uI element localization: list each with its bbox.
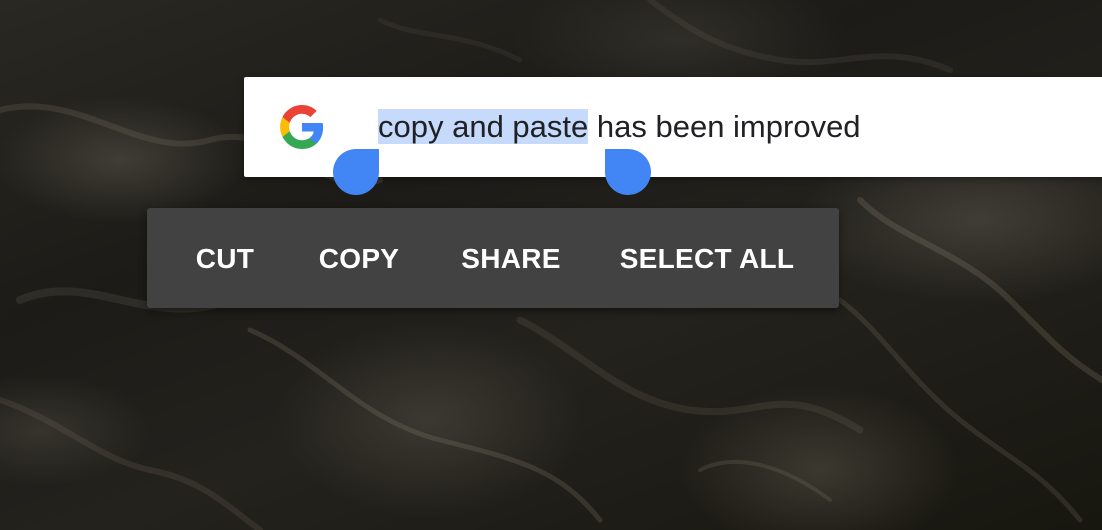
select-all-menu-item[interactable]: SELECT ALL <box>603 208 811 308</box>
google-g-logo-icon <box>280 105 324 149</box>
selection-start-handle[interactable] <box>333 149 379 195</box>
search-query-text[interactable]: copy and paste has been improved <box>378 107 861 147</box>
unselected-text[interactable]: has been improved <box>588 109 861 144</box>
selected-text-highlight[interactable]: copy and paste <box>378 109 589 144</box>
cut-menu-item[interactable]: CUT <box>169 208 281 308</box>
copy-menu-item[interactable]: COPY <box>297 208 421 308</box>
text-selection-menu: CUT COPY SHARE SELECT ALL <box>147 208 839 308</box>
selection-end-handle[interactable] <box>605 149 651 195</box>
share-menu-item[interactable]: SHARE <box>443 208 579 308</box>
